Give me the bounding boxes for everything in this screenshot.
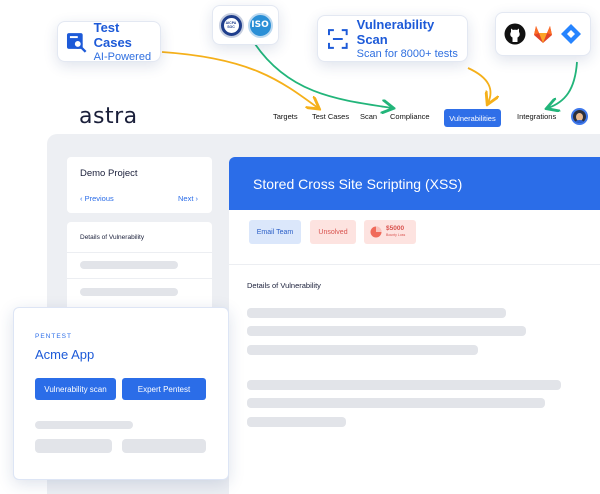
nav-integrations[interactable]: Integrations <box>517 112 556 121</box>
placeholder-bar <box>247 345 478 355</box>
project-card: Demo Project ‹ Previous Next › <box>67 157 212 213</box>
scan-frame-icon <box>328 28 348 49</box>
previous-link[interactable]: ‹ Previous <box>80 194 114 203</box>
placeholder-bar <box>247 380 561 390</box>
placeholder-bar <box>247 308 506 318</box>
integrations-callout <box>495 12 591 56</box>
user-avatar[interactable] <box>571 108 588 125</box>
test-cases-subtitle: AI-Powered <box>93 50 152 63</box>
nav-test-cases[interactable]: Test Cases <box>312 112 349 121</box>
placeholder-bar <box>35 439 112 453</box>
compliance-badges-callout: AICPA SOC ISO <box>212 5 279 45</box>
placeholder-bar <box>247 417 346 427</box>
astra-logo[interactable]: astra <box>79 104 138 129</box>
vulnerability-title-header: Stored Cross Site Scripting (XSS) <box>229 157 600 210</box>
aicpa-badge-text: AICPA SOC <box>223 17 239 33</box>
gitlab-icon <box>534 26 552 43</box>
status-chip[interactable]: Unsolved <box>310 220 356 244</box>
nav-vulnerabilities[interactable]: Vulnerabilities <box>444 109 501 127</box>
project-name: Demo Project <box>80 168 138 179</box>
vulnerability-scan-callout: Vulnerability Scan Scan for 8000+ tests <box>317 15 468 62</box>
bounty-label: Bounty Loss <box>386 233 406 237</box>
email-team-chip[interactable]: Email Team <box>249 220 301 244</box>
bounty-amount: $5000 <box>386 225 405 232</box>
sidebar-details-label: Details of Vulnerability <box>80 234 145 241</box>
placeholder-bar <box>35 421 133 429</box>
placeholder-bar <box>80 288 178 296</box>
github-icon <box>504 23 526 45</box>
iso-badge-icon: ISO <box>247 12 273 38</box>
vuln-scan-subtitle: Scan for 8000+ tests <box>356 47 458 60</box>
expert-pentest-button[interactable]: Expert Pentest <box>122 378 206 400</box>
vuln-scan-title: Vulnerability Scan <box>356 16 435 47</box>
test-cases-callout: Test Cases AI-Powered <box>57 19 161 63</box>
pentest-card: PENTEST Acme App Vulnerability scan Expe… <box>13 307 229 480</box>
aicpa-soc-badge-icon: AICPA SOC <box>218 12 244 38</box>
nav-scan[interactable]: Scan <box>360 112 377 121</box>
arrow-testcases <box>161 51 318 108</box>
pentest-app-title: Acme App <box>35 347 95 362</box>
placeholder-bar <box>80 261 178 269</box>
pie-chart-icon <box>370 226 382 238</box>
placeholder-bar <box>247 398 545 408</box>
details-heading: Details of Vulnerability <box>247 281 321 290</box>
arrow-integrations <box>548 61 578 108</box>
next-link[interactable]: Next › <box>178 194 198 203</box>
vulnerability-scan-button[interactable]: Vulnerability scan <box>35 378 116 400</box>
arrow-vulnscan <box>467 67 491 103</box>
nav-compliance[interactable]: Compliance <box>390 112 430 121</box>
pentest-kicker: PENTEST <box>35 333 72 340</box>
bounty-chip: $5000 Bounty Loss <box>364 220 416 244</box>
search-document-icon <box>66 32 87 53</box>
iso-badge-text: ISO <box>251 20 269 30</box>
jira-icon <box>561 24 581 44</box>
nav-targets[interactable]: Targets <box>273 112 298 121</box>
placeholder-bar <box>247 326 526 336</box>
test-cases-title: Test Cases <box>93 19 132 50</box>
placeholder-bar <box>122 439 206 453</box>
vulnerability-title: Stored Cross Site Scripting (XSS) <box>253 175 463 192</box>
